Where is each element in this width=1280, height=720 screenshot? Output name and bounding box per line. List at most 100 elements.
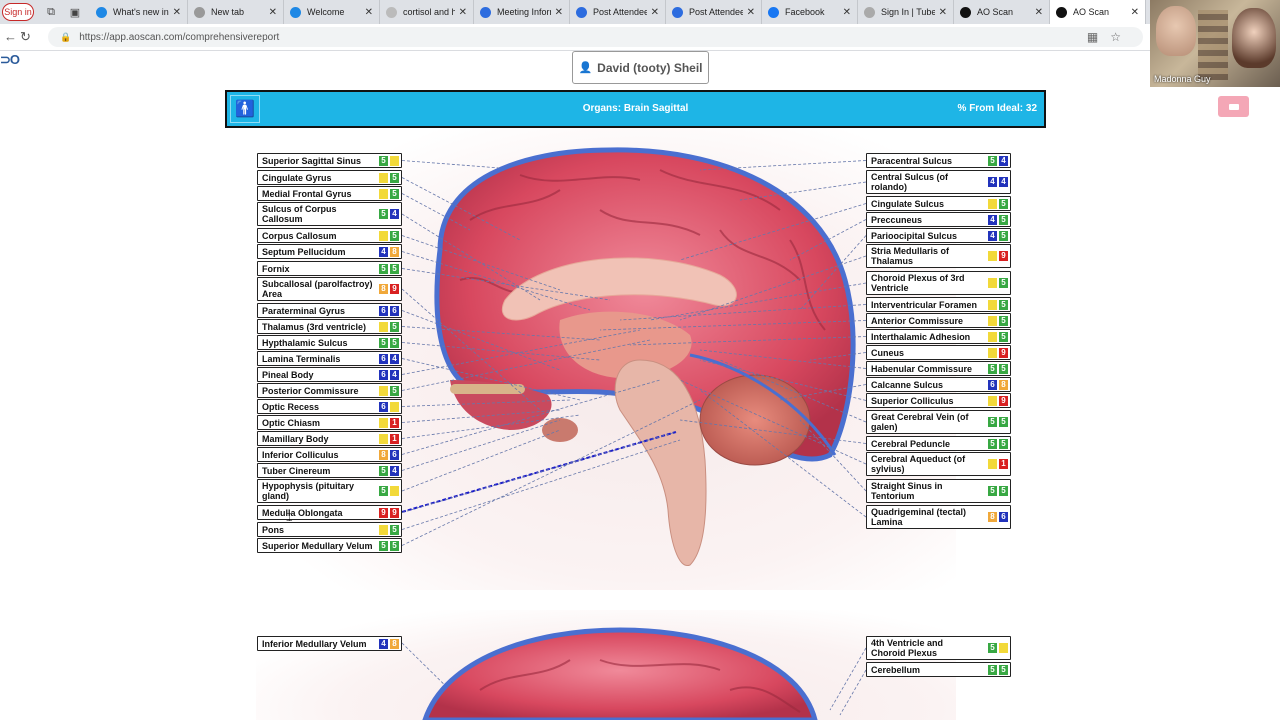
score-badge: 7 [988, 347, 997, 358]
score-badge: 8 [999, 379, 1008, 390]
organ-label[interactable]: Pons 7 5 [257, 522, 402, 537]
score-badge: 7 [999, 643, 1008, 653]
organ-label-name: Mamillary Body [262, 433, 329, 444]
organ-scores: 71 [379, 417, 399, 428]
organ-label[interactable]: Cuneus 7 9 [866, 345, 1011, 360]
pituitary [542, 418, 578, 442]
organ-label[interactable]: Paraterminal Gyrus 6 6 [257, 303, 402, 318]
score-badge: 5 [988, 438, 997, 449]
brain-sagittal-illustration [401, 147, 867, 720]
organ-label-name: Thalamus (3rd ventricle) [262, 321, 367, 332]
organ-label[interactable]: Parioocipital Sulcus 4 5 [866, 228, 1011, 243]
organ-scores: 57 [988, 643, 1008, 653]
organ-label[interactable]: Cerebellum 5 5 [866, 662, 1011, 677]
score-badge: 6 [988, 379, 997, 390]
organ-scores: 55 [988, 438, 1008, 449]
score-badge: 5 [379, 263, 388, 274]
organ-label[interactable]: Tuber Cinereum 5 4 [257, 463, 402, 478]
score-badge: 7 [379, 433, 388, 444]
score-badge: 7 [988, 315, 997, 326]
organ-label[interactable]: Fornix 5 5 [257, 261, 402, 276]
organ-label[interactable]: Optic Chiasm 7 1 [257, 415, 402, 430]
organ-label[interactable]: 4th Ventricle and Choroid Plexus 5 7 [866, 636, 1011, 660]
organ-label-name: Hypophysis (pituitary gland) [262, 481, 355, 501]
organ-label[interactable]: Cerebral Peduncle 5 5 [866, 436, 1011, 451]
organ-label[interactable]: Stria Medullaris of Thalamus 7 9 [866, 244, 1011, 268]
organ-label[interactable]: Cingulate Gyrus 7 5 [257, 170, 402, 185]
leader-line [401, 439, 681, 530]
score-badge: 4 [988, 214, 997, 225]
organ-label[interactable]: Subcallosal (parolfactroy) Area 8 9 [257, 277, 402, 301]
organ-label[interactable]: Superior Sagittal Sinus 5 7 [257, 153, 402, 168]
organ-label[interactable]: Inferior Medullary Velum 4 8 [257, 636, 402, 651]
organ-label-name: Superior Medullary Velum [262, 540, 373, 551]
score-badge: 7 [988, 331, 997, 342]
organ-label-name: Hypthalamic Sulcus [262, 337, 348, 348]
organ-label[interactable]: Cerebral Aqueduct (of sylvius) 7 1 [866, 452, 1011, 476]
organ-label[interactable]: Central Sulcus (of rolando) 4 4 [866, 170, 1011, 194]
organ-label[interactable]: Medial Frontal Gyrus 7 5 [257, 186, 402, 201]
organ-label[interactable]: Medulla Oblongata 9 9 [257, 505, 402, 520]
organ-label-name: Great Cerebral Vein (of galen) [871, 412, 969, 432]
score-badge: 7 [988, 459, 997, 469]
organ-scores: 54 [988, 155, 1008, 166]
organ-scores: 75 [988, 331, 1008, 342]
organ-label[interactable]: Mamillary Body 7 1 [257, 431, 402, 446]
score-badge: 4 [390, 209, 399, 219]
score-badge: 7 [988, 278, 997, 288]
organ-label[interactable]: Lamina Terminalis 6 4 [257, 351, 402, 366]
organ-label[interactable]: Optic Recess 6 7 [257, 399, 402, 414]
leader-line [839, 669, 867, 716]
lower-cerebrum-shape [422, 627, 818, 720]
score-badge: 9 [390, 284, 399, 294]
organ-scores: 55 [379, 540, 399, 551]
organ-label[interactable]: Choroid Plexus of 3rd Ventricle 7 5 [866, 271, 1011, 295]
organ-scores: 55 [988, 664, 1008, 675]
organ-label[interactable]: Paracentral Sulcus 5 4 [866, 153, 1011, 168]
organ-label[interactable]: Preccuneus 4 5 [866, 212, 1011, 227]
organ-label[interactable]: Hypophysis (pituitary gland) 5 7 [257, 479, 402, 503]
score-badge: 1 [999, 459, 1008, 469]
organ-scores: 75 [988, 299, 1008, 310]
organ-label-name: Optic Recess [262, 401, 320, 412]
organ-scores: 48 [379, 246, 399, 257]
leader-line [401, 431, 677, 513]
organ-label[interactable]: Interthalamic Adhesion 7 5 [866, 329, 1011, 344]
organ-label[interactable]: Pineal Body 6 4 [257, 367, 402, 382]
organ-label[interactable]: Cingulate Sulcus 7 5 [866, 196, 1011, 211]
score-badge: 5 [999, 438, 1008, 449]
organ-label[interactable]: Calcanne Sulcus 6 8 [866, 377, 1011, 392]
organ-label[interactable]: Inferior Colliculus 8 6 [257, 447, 402, 462]
score-badge: 5 [999, 417, 1008, 427]
organ-label-name: Corpus Callosum [262, 230, 337, 241]
organ-label-name: Pons [262, 524, 285, 535]
organ-label-name: Pineal Body [262, 369, 314, 380]
organ-label[interactable]: Posterior Commissure 7 5 [257, 383, 402, 398]
organ-label[interactable]: Sulcus of Corpus Callosum 5 4 [257, 202, 402, 226]
organ-label[interactable]: Thalamus (3rd ventricle) 7 5 [257, 319, 402, 334]
score-badge: 5 [988, 155, 997, 166]
score-badge: 8 [379, 449, 388, 460]
organ-label[interactable]: Great Cerebral Vein (of galen) 5 5 [866, 410, 1011, 434]
organ-label[interactable]: Anterior Commissure 7 5 [866, 313, 1011, 328]
organ-label[interactable]: Interventricular Foramen 7 5 [866, 297, 1011, 312]
organ-label-name: Quadrigeminal (tectal) Lamina [871, 507, 967, 527]
organ-label[interactable]: Hypthalamic Sulcus 5 5 [257, 335, 402, 350]
score-badge: 7 [379, 524, 388, 535]
score-badge: 5 [379, 486, 388, 496]
organ-label[interactable]: Superior Colliculus 7 9 [866, 393, 1011, 408]
organ-label[interactable]: Corpus Callosum 7 5 [257, 228, 402, 243]
organ-label[interactable]: Septum Pellucidum 4 8 [257, 244, 402, 259]
organ-label[interactable]: Habenular Commissure 5 5 [866, 361, 1011, 376]
organ-label[interactable]: Straight Sinus in Tentorium 5 5 [866, 479, 1011, 503]
score-badge: 4 [988, 230, 997, 241]
organ-label-name: Stria Medullaris of Thalamus [871, 246, 950, 266]
organ-scores: 44 [988, 177, 1008, 187]
organ-scores: 75 [379, 188, 399, 199]
organ-scores: 66 [379, 305, 399, 316]
organ-label[interactable]: Superior Medullary Velum 5 5 [257, 538, 402, 553]
score-badge: 4 [988, 177, 997, 187]
leader-line [401, 429, 561, 492]
organ-label[interactable]: Quadrigeminal (tectal) Lamina 8 6 [866, 505, 1011, 529]
organ-label-name: Paraterminal Gyrus [262, 305, 346, 316]
